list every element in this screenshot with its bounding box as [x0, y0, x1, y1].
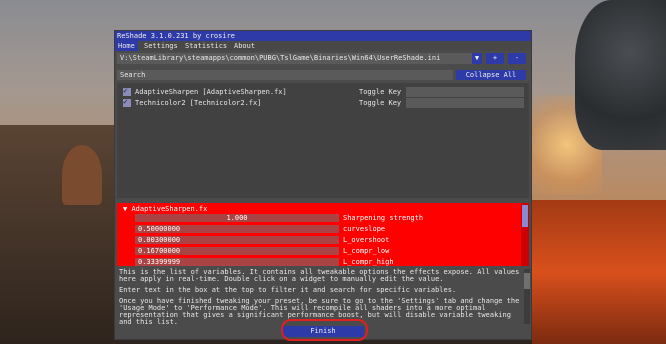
variable-value: 0.33399999 — [138, 258, 181, 266]
list-item: Technicolor2 [Technicolor2.fx] Toggle Ke… — [123, 97, 527, 108]
preset-path-field[interactable]: V:\SteamLibrary\steamapps\common\PUBG\Ts… — [117, 53, 473, 64]
effects-list: AdaptiveSharpen [AdaptiveSharpen.fx] Tog… — [117, 83, 529, 198]
variable-value: 0.16700000 — [138, 247, 181, 255]
reshade-window: ReShade 3.1.0.231 by crosire Home Settin… — [114, 30, 532, 340]
window-title[interactable]: ReShade 3.1.0.231 by crosire — [115, 31, 531, 41]
add-preset-button[interactable]: + — [486, 53, 504, 64]
variables-header[interactable]: ▼ AdaptiveSharpen.fx — [123, 205, 207, 213]
variables-scrollbar-thumb[interactable] — [522, 205, 528, 227]
variable-value: 0.00300000 — [138, 236, 181, 244]
window-scrollbar[interactable] — [524, 269, 530, 324]
help-paragraph: Enter text in the box at the top to filt… — [119, 286, 457, 294]
variable-value: 1.000 — [226, 214, 248, 222]
variable-row: 0.16700000 L_compr_low — [135, 247, 521, 255]
toggle-key-label: Toggle Key — [359, 99, 402, 107]
tab-settings[interactable]: Settings — [141, 41, 181, 51]
variable-row: 0.33399999 L_compr_high — [135, 258, 521, 266]
variables-header-label: AdaptiveSharpen.fx — [131, 205, 208, 213]
variables-scrollbar[interactable] — [521, 203, 529, 266]
toggle-key-field[interactable] — [406, 87, 524, 97]
remove-preset-button[interactable]: - — [508, 53, 526, 64]
highlight-circle — [281, 319, 368, 341]
variable-name: L_compr_low — [343, 247, 390, 255]
help-paragraph: This is the list of variables. It contai… — [119, 268, 520, 283]
tab-about[interactable]: About — [231, 41, 258, 51]
tower-dome — [62, 145, 102, 205]
toggle-key-label: Toggle Key — [359, 88, 402, 96]
tab-home[interactable]: Home — [115, 41, 138, 51]
variable-value: 0.50000000 — [138, 225, 181, 233]
effect-enable-checkbox[interactable] — [123, 86, 131, 96]
hill-right — [532, 200, 666, 344]
variables-panel: ▼ AdaptiveSharpen.fx 1.000 Sharpening st… — [117, 203, 529, 266]
triangle-down-icon: ▼ — [123, 205, 128, 213]
preset-dropdown-button[interactable]: ▼ — [472, 53, 482, 64]
effect-name[interactable]: Technicolor2 [Technicolor2.fx] — [135, 98, 261, 108]
list-item: AdaptiveSharpen [AdaptiveSharpen.fx] Tog… — [123, 86, 527, 97]
variable-name: L_compr_high — [343, 258, 394, 266]
effect-name[interactable]: AdaptiveSharpen [AdaptiveSharpen.fx] — [135, 87, 287, 97]
variable-name: curveslope — [343, 225, 386, 233]
player-helmet — [575, 0, 666, 150]
menu-bar: Home Settings Statistics About — [115, 41, 531, 51]
triangle-down-icon: ▼ — [474, 54, 480, 62]
tab-statistics[interactable]: Statistics — [182, 41, 230, 51]
effect-enable-checkbox[interactable] — [123, 97, 131, 107]
variable-row: 1.000 Sharpening strength — [135, 214, 521, 222]
toggle-key-field[interactable] — [406, 98, 524, 108]
variable-row: 0.00300000 L_overshoot — [135, 236, 521, 244]
collapse-all-button[interactable]: Collapse All — [456, 70, 526, 80]
search-input[interactable]: Search — [117, 70, 453, 80]
variable-name: Sharpening strength — [343, 214, 424, 222]
variable-name: L_overshoot — [343, 236, 390, 244]
window-scrollbar-thumb[interactable] — [524, 273, 530, 289]
variable-row: 0.50000000 curveslope — [135, 225, 521, 233]
